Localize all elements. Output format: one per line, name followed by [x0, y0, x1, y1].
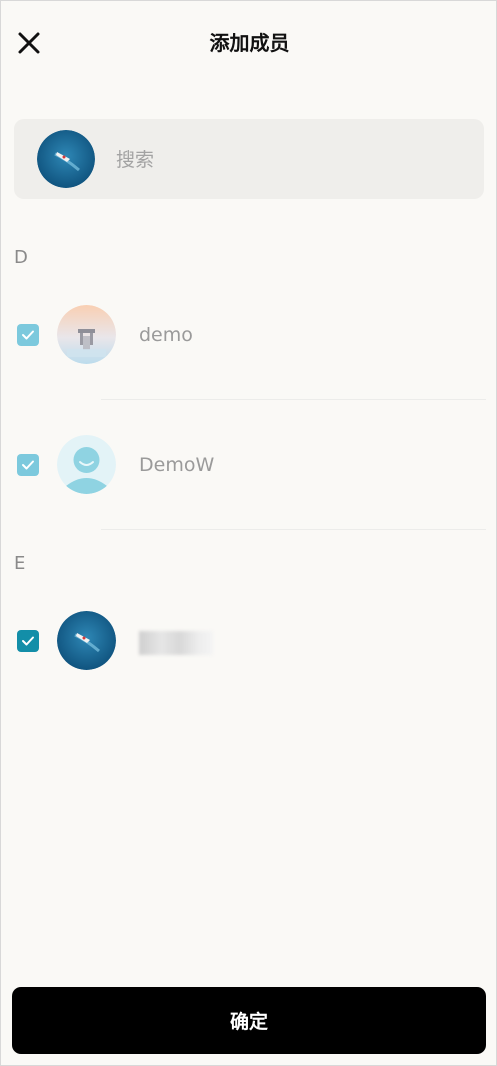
member-name: demo [139, 324, 193, 346]
member-checkbox[interactable] [17, 324, 39, 346]
default-user-avatar [57, 435, 116, 494]
boat-avatar [57, 611, 116, 670]
member-checkbox[interactable] [17, 454, 39, 476]
section-letter-e: E [14, 553, 26, 574]
confirm-button[interactable]: 确定 [12, 987, 486, 1054]
member-row-demow[interactable]: DemoW [1, 415, 497, 515]
member-row-demo[interactable]: demo [1, 285, 497, 385]
landscape-avatar [57, 305, 116, 364]
header: 添加成员 [1, 1, 497, 87]
row-divider [101, 529, 486, 530]
member-row-e[interactable] [1, 591, 497, 691]
checkmark-icon [22, 330, 34, 340]
member-name: DemoW [139, 454, 215, 476]
boat-avatar [37, 130, 95, 188]
checkmark-icon [22, 460, 34, 470]
row-divider [101, 399, 486, 400]
member-name-redacted [139, 631, 213, 655]
member-checkbox[interactable] [17, 630, 39, 652]
page-title: 添加成员 [209, 31, 290, 55]
section-letter-d: D [14, 247, 28, 268]
search-bar[interactable] [14, 119, 484, 199]
checkmark-icon [22, 636, 34, 646]
search-input[interactable] [114, 143, 458, 177]
